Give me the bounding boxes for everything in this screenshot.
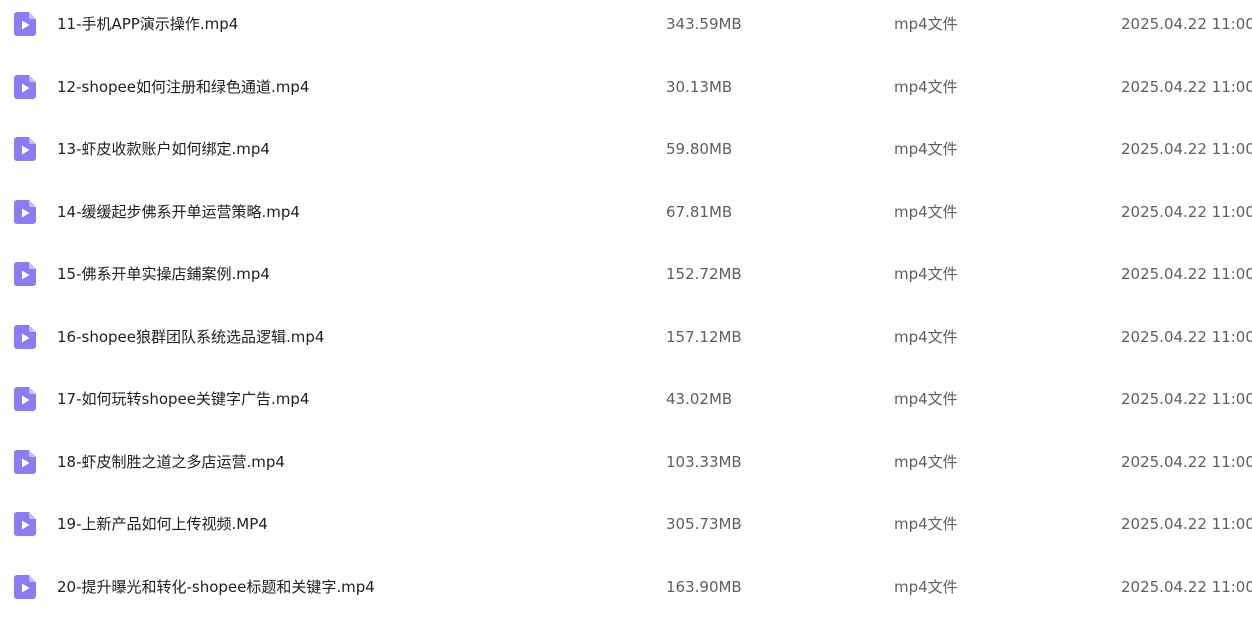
- file-date: 2025.04.22 11:00: [1121, 390, 1252, 408]
- video-file-icon: [14, 262, 36, 286]
- file-name[interactable]: 18-虾皮制胜之道之多店运营.mp4: [57, 452, 285, 472]
- video-file-icon: [14, 137, 36, 161]
- file-date: 2025.04.22 11:00: [1121, 78, 1252, 96]
- file-date: 2025.04.22 11:00: [1121, 328, 1252, 346]
- file-date: 2025.04.22 11:00: [1121, 15, 1252, 33]
- file-name[interactable]: 17-如何玩转shopee关键字广告.mp4: [57, 389, 309, 409]
- file-size: 43.02MB: [666, 390, 733, 408]
- video-file-icon: [14, 575, 36, 599]
- file-size: 152.72MB: [666, 265, 742, 283]
- file-size: 157.12MB: [666, 328, 742, 346]
- file-name[interactable]: 20-提升曝光和转化-shopee标题和关键字.mp4: [57, 577, 375, 597]
- file-size: 103.33MB: [666, 453, 742, 471]
- file-row[interactable]: 12-shopee如何注册和绿色通道.mp4 30.13MB mp4文件 202…: [0, 63, 1252, 125]
- file-size: 343.59MB: [666, 15, 742, 33]
- file-name[interactable]: 15-佛系开单实操店鋪案例.mp4: [57, 264, 270, 284]
- file-name[interactable]: 13-虾皮收款账户如何绑定.mp4: [57, 139, 270, 159]
- file-size: 30.13MB: [666, 78, 733, 96]
- file-row[interactable]: 14-缓缓起步佛系开单运营策略.mp4 67.81MB mp4文件 2025.0…: [0, 188, 1252, 250]
- file-row[interactable]: 18-虾皮制胜之道之多店运营.mp4 103.33MB mp4文件 2025.0…: [0, 438, 1252, 500]
- file-date: 2025.04.22 11:00: [1121, 453, 1252, 471]
- file-date: 2025.04.22 11:00: [1121, 578, 1252, 596]
- file-date: 2025.04.22 11:00: [1121, 203, 1252, 221]
- file-size: 67.81MB: [666, 203, 733, 221]
- file-type: mp4文件: [894, 453, 958, 471]
- file-row[interactable]: 15-佛系开单实操店鋪案例.mp4 152.72MB mp4文件 2025.04…: [0, 250, 1252, 312]
- file-name[interactable]: 14-缓缓起步佛系开单运营策略.mp4: [57, 202, 300, 222]
- file-name[interactable]: 16-shopee狼群团队系统选品逻辑.mp4: [57, 327, 324, 347]
- file-size: 305.73MB: [666, 515, 742, 533]
- video-file-icon: [14, 75, 36, 99]
- video-file-icon: [14, 387, 36, 411]
- video-file-icon: [14, 325, 36, 349]
- file-date: 2025.04.22 11:00: [1121, 265, 1252, 283]
- file-name[interactable]: 11-手机APP演示操作.mp4: [57, 14, 238, 34]
- file-type: mp4文件: [894, 578, 958, 596]
- file-name[interactable]: 12-shopee如何注册和绿色通道.mp4: [57, 77, 309, 97]
- video-file-icon: [14, 512, 36, 536]
- file-row[interactable]: 16-shopee狼群团队系统选品逻辑.mp4 157.12MB mp4文件 2…: [0, 313, 1252, 375]
- video-file-icon: [14, 200, 36, 224]
- file-row[interactable]: 20-提升曝光和转化-shopee标题和关键字.mp4 163.90MB mp4…: [0, 563, 1252, 625]
- file-size: 163.90MB: [666, 578, 742, 596]
- file-type: mp4文件: [894, 78, 958, 96]
- file-size: 59.80MB: [666, 140, 733, 158]
- file-type: mp4文件: [894, 140, 958, 158]
- file-row[interactable]: 17-如何玩转shopee关键字广告.mp4 43.02MB mp4文件 202…: [0, 375, 1252, 437]
- file-date: 2025.04.22 11:00: [1121, 140, 1252, 158]
- file-row[interactable]: 19-上新产品如何上传视频.MP4 305.73MB mp4文件 2025.04…: [0, 500, 1252, 562]
- file-name[interactable]: 19-上新产品如何上传视频.MP4: [57, 514, 268, 534]
- file-date: 2025.04.22 11:00: [1121, 515, 1252, 533]
- video-file-icon: [14, 450, 36, 474]
- file-list: 11-手机APP演示操作.mp4 343.59MB mp4文件 2025.04.…: [0, 0, 1252, 614]
- file-type: mp4文件: [894, 15, 958, 33]
- file-type: mp4文件: [894, 515, 958, 533]
- file-row[interactable]: 11-手机APP演示操作.mp4 343.59MB mp4文件 2025.04.…: [0, 0, 1252, 62]
- video-file-icon: [14, 12, 36, 36]
- file-row[interactable]: 13-虾皮收款账户如何绑定.mp4 59.80MB mp4文件 2025.04.…: [0, 125, 1252, 187]
- file-type: mp4文件: [894, 390, 958, 408]
- file-type: mp4文件: [894, 328, 958, 346]
- file-type: mp4文件: [894, 265, 958, 283]
- file-type: mp4文件: [894, 203, 958, 221]
